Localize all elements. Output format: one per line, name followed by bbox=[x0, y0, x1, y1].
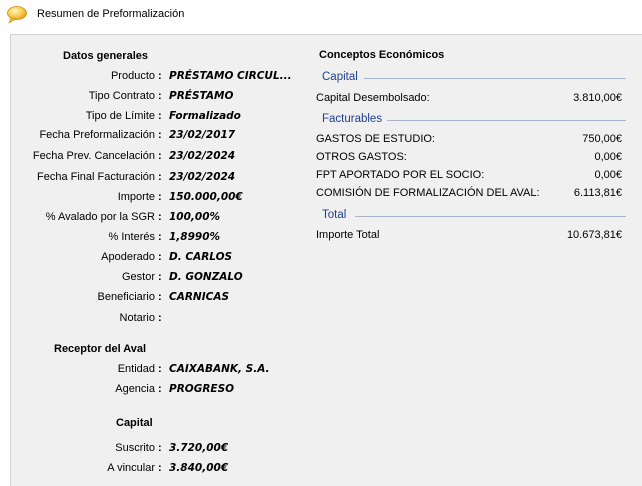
field-label: Importe bbox=[117, 191, 155, 203]
general-row-producto: Producto : PRÉSTAMO CIRCUL... bbox=[11, 70, 311, 84]
capital-section-title: Capital bbox=[116, 417, 153, 429]
general-row-tipo-limite: Tipo de Límite : Formalizado bbox=[11, 110, 311, 124]
separator: : bbox=[158, 271, 162, 283]
field-value: D. GONZALO bbox=[169, 271, 243, 283]
field-label: Beneficiario bbox=[97, 291, 155, 303]
field-label: Tipo Contrato bbox=[88, 90, 155, 102]
field-value: PRÉSTAMO CIRCUL... bbox=[169, 70, 292, 82]
separator: : bbox=[158, 110, 162, 122]
concept-value: 0,00€ bbox=[594, 151, 622, 163]
general-row-fecha-final-facturacion: Fecha Final Facturación : 23/02/2024 bbox=[11, 171, 311, 185]
general-row-fecha-preformalizacion: Fecha Preformalización : 23/02/2017 bbox=[11, 129, 311, 143]
concept-row-importe-total: Importe Total 10.673,81€ bbox=[316, 229, 622, 243]
field-label: Entidad bbox=[117, 363, 155, 375]
concept-value: 10.673,81€ bbox=[566, 229, 622, 241]
field-value: 150.000,00€ bbox=[169, 191, 243, 203]
general-row-notario: Notario : bbox=[11, 312, 311, 326]
receptor-row-entidad: Entidad : CAIXABANK, S.A. bbox=[11, 363, 311, 377]
concept-row-comision-formalizacion: COMISIÓN DE FORMALIZACIÓN DEL AVAL: 6.11… bbox=[316, 187, 622, 201]
group-title-capital: Capital bbox=[322, 71, 358, 83]
separator: : bbox=[158, 251, 162, 263]
field-value: 3.720,00€ bbox=[169, 442, 229, 454]
concept-label: OTROS GASTOS: bbox=[316, 151, 407, 163]
field-value: CAIXABANK, S.A. bbox=[169, 363, 270, 375]
separator: : bbox=[158, 90, 162, 102]
field-label: Tipo de Límite bbox=[85, 110, 155, 122]
general-row-apoderado: Apoderado : D. CARLOS bbox=[11, 251, 311, 265]
group-title-total: Total bbox=[322, 209, 347, 221]
capital-row-suscrito: Suscrito : 3.720,00€ bbox=[11, 442, 311, 456]
field-value: 23/02/2024 bbox=[169, 150, 236, 162]
group-divider bbox=[355, 216, 626, 217]
field-value: 23/02/2017 bbox=[169, 129, 236, 141]
separator: : bbox=[158, 211, 162, 223]
concept-value: 3.810,00€ bbox=[573, 92, 622, 104]
field-value: PROGRESO bbox=[169, 383, 235, 395]
concept-label: FPT APORTADO POR EL SOCIO: bbox=[316, 169, 485, 181]
concept-value: 0,00€ bbox=[594, 169, 622, 181]
field-label: Producto bbox=[110, 70, 155, 82]
page-title: Resumen de Preformalización bbox=[37, 8, 185, 20]
group-title-facturables: Facturables bbox=[322, 113, 383, 125]
separator: : bbox=[158, 150, 162, 162]
general-row-tipo-contrato: Tipo Contrato : PRÉSTAMO bbox=[11, 90, 311, 104]
separator: : bbox=[158, 383, 162, 395]
field-value: CARNICAS bbox=[169, 291, 230, 303]
conceptos-section-title: Conceptos Económicos bbox=[319, 49, 445, 61]
general-row-avalado-sgr: % Avalado por la SGR : 100,00% bbox=[11, 211, 311, 225]
speech-bubble-icon bbox=[6, 5, 28, 25]
concept-label: COMISIÓN DE FORMALIZACIÓN DEL AVAL: bbox=[316, 187, 540, 199]
field-value: 100,00% bbox=[169, 211, 221, 223]
field-value: D. CARLOS bbox=[169, 251, 233, 263]
separator: : bbox=[158, 231, 162, 243]
field-label: A vincular bbox=[107, 462, 155, 474]
field-label: Fecha Final Facturación bbox=[37, 171, 155, 183]
concept-label: GASTOS DE ESTUDIO: bbox=[316, 133, 435, 145]
concept-row-gastos-estudio: GASTOS DE ESTUDIO: 750,00€ bbox=[316, 133, 622, 147]
field-label: Suscrito bbox=[115, 442, 155, 454]
general-row-fecha-prev-cancelacion: Fecha Prev. Cancelación : 23/02/2024 bbox=[11, 150, 311, 164]
separator: : bbox=[158, 129, 162, 141]
group-divider bbox=[387, 120, 626, 121]
field-label: Fecha Preformalización bbox=[39, 129, 155, 141]
general-row-importe: Importe : 150.000,00€ bbox=[11, 191, 311, 205]
capital-row-a-vincular: A vincular : 3.840,00€ bbox=[11, 462, 311, 476]
receptor-section-title: Receptor del Aval bbox=[54, 343, 147, 355]
concept-value: 6.113,81€ bbox=[573, 187, 622, 199]
concept-row-capital-desembolsado: Capital Desembolsado: 3.810,00€ bbox=[316, 92, 622, 106]
general-row-gestor: Gestor : D. GONZALO bbox=[11, 271, 311, 285]
field-label: Fecha Prev. Cancelación bbox=[32, 150, 155, 162]
general-row-beneficiario: Beneficiario : CARNICAS bbox=[11, 291, 311, 305]
window-header: Resumen de Preformalización bbox=[0, 0, 642, 30]
group-divider bbox=[364, 78, 626, 79]
general-section-title: Datos generales bbox=[63, 50, 148, 62]
general-row-interes: % Interés : 1,8990% bbox=[11, 231, 311, 245]
field-value: 1,8990% bbox=[169, 231, 221, 243]
field-label: Apoderado bbox=[101, 251, 155, 263]
field-label: Gestor bbox=[121, 271, 155, 283]
concept-row-otros-gastos: OTROS GASTOS: 0,00€ bbox=[316, 151, 622, 165]
field-value: PRÉSTAMO bbox=[169, 90, 234, 102]
separator: : bbox=[158, 363, 162, 375]
receptor-row-agencia: Agencia : PROGRESO bbox=[11, 383, 311, 397]
field-label: % Avalado por la SGR bbox=[45, 211, 155, 223]
separator: : bbox=[158, 462, 162, 474]
field-value: 23/02/2024 bbox=[169, 171, 236, 183]
field-value: 3.840,00€ bbox=[169, 462, 229, 474]
separator: : bbox=[158, 70, 162, 82]
separator: : bbox=[158, 442, 162, 454]
concept-value: 750,00€ bbox=[582, 133, 622, 145]
concept-label: Importe Total bbox=[316, 229, 380, 241]
separator: : bbox=[158, 171, 162, 183]
separator: : bbox=[158, 291, 162, 303]
field-label: Notario bbox=[119, 312, 155, 324]
field-label: % Interés bbox=[108, 231, 155, 243]
separator: : bbox=[158, 312, 162, 324]
separator: : bbox=[158, 191, 162, 203]
concept-label: Capital Desembolsado: bbox=[316, 92, 430, 104]
field-label: Agencia bbox=[115, 383, 155, 395]
field-value: Formalizado bbox=[169, 110, 241, 122]
concept-row-fpt-aportado: FPT APORTADO POR EL SOCIO: 0,00€ bbox=[316, 169, 622, 183]
